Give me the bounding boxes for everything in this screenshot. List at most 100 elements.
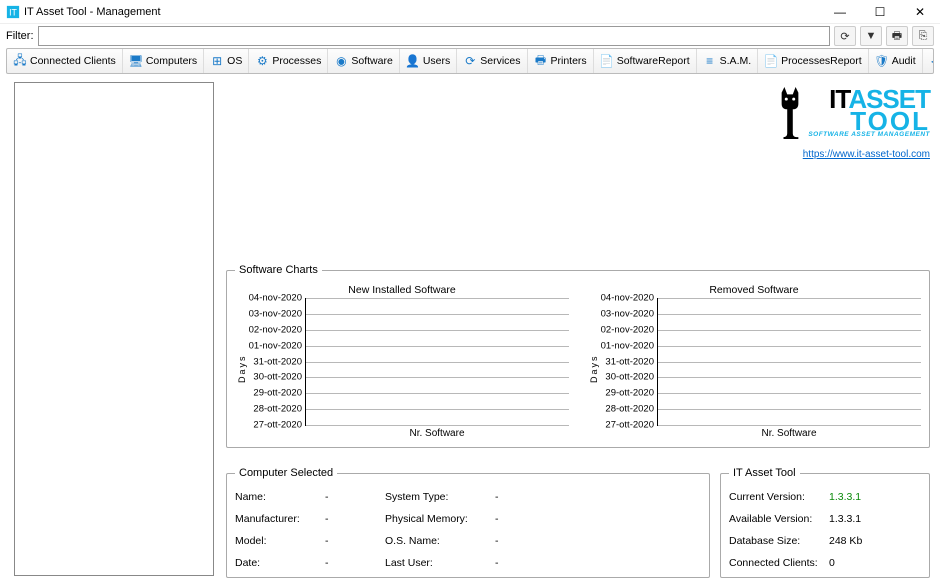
software-charts-legend: Software Charts — [235, 264, 322, 276]
chart-tick: 02-nov-2020 — [601, 324, 658, 335]
value-manufacturer: - — [325, 513, 385, 525]
chart-xlabel: Nr. Software — [657, 428, 921, 439]
it-asset-tool-group: IT Asset Tool Current Version: 1.3.3.1 A… — [720, 467, 930, 578]
chart-tick: 28-ott-2020 — [605, 404, 658, 415]
toolbar-alert[interactable]: ◀Alert — [923, 49, 934, 73]
logo-block: ITASSET TOOL SOFTWARE ASSET MANAGEMENT h… — [760, 82, 930, 162]
toolbar-label: Processes — [272, 55, 321, 67]
chart-tick: 27-ott-2020 — [605, 420, 658, 431]
cat-logo-icon — [776, 87, 804, 139]
toolbar-printers[interactable]: 🖶Printers — [528, 49, 594, 73]
toolbar-label: Audit — [892, 55, 916, 67]
chart-tick: 31-ott-2020 — [253, 356, 306, 367]
users-icon: 👤 — [406, 54, 420, 68]
value-osname: - — [495, 535, 535, 547]
svg-text:IT: IT — [9, 7, 17, 17]
filter-icon[interactable]: ▼ — [860, 26, 882, 46]
chart-tick: 30-ott-2020 — [253, 372, 306, 383]
toolbar-software[interactable]: ◉Software — [328, 49, 399, 73]
label-model: Model: — [235, 535, 325, 547]
audit-icon: 🛡 — [875, 54, 889, 68]
toolbar-label: Software — [351, 55, 392, 67]
toolbar-os[interactable]: ⊞OS — [204, 49, 249, 73]
chart-tick: 02-nov-2020 — [249, 324, 306, 335]
chart-plot: 04-nov-202003-nov-202002-nov-202001-nov-… — [657, 298, 921, 426]
toolbar-label: Computers — [146, 55, 197, 67]
toolbar-software-report[interactable]: 📄SoftwareReport — [594, 49, 697, 73]
label-date: Date: — [235, 557, 325, 569]
computer-selected-group: Computer Selected Name: - System Type: -… — [226, 467, 710, 578]
refresh-icon[interactable]: ⟳ — [834, 26, 856, 46]
toolbar-processes-report[interactable]: 📄ProcessesReport — [758, 49, 869, 73]
value-lastuser: - — [495, 557, 535, 569]
minimize-button[interactable]: — — [820, 0, 860, 24]
label-lastuser: Last User: — [385, 557, 495, 569]
chart-tick: 04-nov-2020 — [249, 293, 306, 304]
chart-removed: Removed SoftwareDays04-nov-202003-nov-20… — [587, 284, 921, 439]
chart-tick: 03-nov-2020 — [249, 308, 306, 319]
chart-ylabel: Days — [235, 298, 249, 439]
chart-plot: 04-nov-202003-nov-202002-nov-202001-nov-… — [305, 298, 569, 426]
sam-icon: ≡ — [703, 54, 717, 68]
toolbar-processes[interactable]: ⚙Processes — [249, 49, 328, 73]
chart-new-installed: New Installed SoftwareDays04-nov-202003-… — [235, 284, 569, 439]
window-title: IT Asset Tool - Management — [24, 6, 161, 18]
toolbar-connected-clients[interactable]: 🖧Connected Clients — [7, 49, 123, 73]
toolbar-computers[interactable]: 🖥Computers — [123, 49, 204, 73]
filter-input[interactable] — [38, 26, 831, 46]
value-name: - — [325, 491, 385, 503]
chart-xlabel: Nr. Software — [305, 428, 569, 439]
chart-tick: 27-ott-2020 — [253, 420, 306, 431]
label-physmem: Physical Memory: — [385, 513, 495, 525]
filter-row: Filter: ⟳ ▼ 🖶 ⎘ — [0, 24, 940, 48]
label-osname: O.S. Name: — [385, 535, 495, 547]
print-icon[interactable]: 🖶 — [886, 26, 908, 46]
it-asset-tool-legend: IT Asset Tool — [729, 467, 800, 479]
value-connected-clients: 0 — [829, 557, 909, 569]
label-connected-clients: Connected Clients: — [729, 557, 829, 569]
tree-panel[interactable] — [14, 82, 214, 576]
value-date: - — [325, 557, 385, 569]
export-icon[interactable]: ⎘ — [912, 26, 934, 46]
value-model: - — [325, 535, 385, 547]
label-manufacturer: Manufacturer: — [235, 513, 325, 525]
app-icon: IT — [6, 5, 20, 19]
printers-icon: 🖶 — [534, 54, 548, 68]
toolbar-services[interactable]: ⟳Services — [457, 49, 527, 73]
toolbar-label: ProcessesReport — [781, 55, 862, 67]
chart-tick: 30-ott-2020 — [605, 372, 658, 383]
chart-tick: 29-ott-2020 — [605, 388, 658, 399]
chart-ylabel: Days — [587, 298, 601, 439]
value-db-size: 248 Kb — [829, 535, 909, 547]
chart-tick: 01-nov-2020 — [601, 340, 658, 351]
value-systype: - — [495, 491, 535, 503]
chart-tick: 28-ott-2020 — [253, 404, 306, 415]
processes-report-icon: 📄 — [764, 54, 778, 68]
software-report-icon: 📄 — [600, 54, 614, 68]
label-db-size: Database Size: — [729, 535, 829, 547]
os-icon: ⊞ — [210, 54, 224, 68]
toolbar-label: Services — [480, 55, 520, 67]
titlebar: IT IT Asset Tool - Management — ☐ ✕ — [0, 0, 940, 24]
chart-tick: 04-nov-2020 — [601, 293, 658, 304]
label-available-version: Available Version: — [729, 513, 829, 525]
value-physmem: - — [495, 513, 535, 525]
toolbar-label: S.A.M. — [720, 55, 752, 67]
maximize-button[interactable]: ☐ — [860, 0, 900, 24]
computer-selected-legend: Computer Selected — [235, 467, 337, 479]
toolbar: 🖧Connected Clients🖥Computers⊞OS⚙Processe… — [6, 48, 934, 74]
value-current-version: 1.3.3.1 — [829, 491, 909, 503]
toolbar-audit[interactable]: 🛡Audit — [869, 49, 923, 73]
connected-clients-icon: 🖧 — [13, 54, 27, 68]
services-icon: ⟳ — [463, 54, 477, 68]
toolbar-label: OS — [227, 55, 242, 67]
value-available-version: 1.3.3.1 — [829, 513, 909, 525]
toolbar-sam[interactable]: ≡S.A.M. — [697, 49, 759, 73]
close-button[interactable]: ✕ — [900, 0, 940, 24]
content-area: ITASSET TOOL SOFTWARE ASSET MANAGEMENT h… — [0, 74, 940, 588]
alert-icon: ◀ — [929, 54, 934, 68]
website-link[interactable]: https://www.it-asset-tool.com — [803, 149, 930, 160]
filter-label: Filter: — [6, 30, 34, 42]
toolbar-label: SoftwareReport — [617, 55, 690, 67]
toolbar-users[interactable]: 👤Users — [400, 49, 457, 73]
